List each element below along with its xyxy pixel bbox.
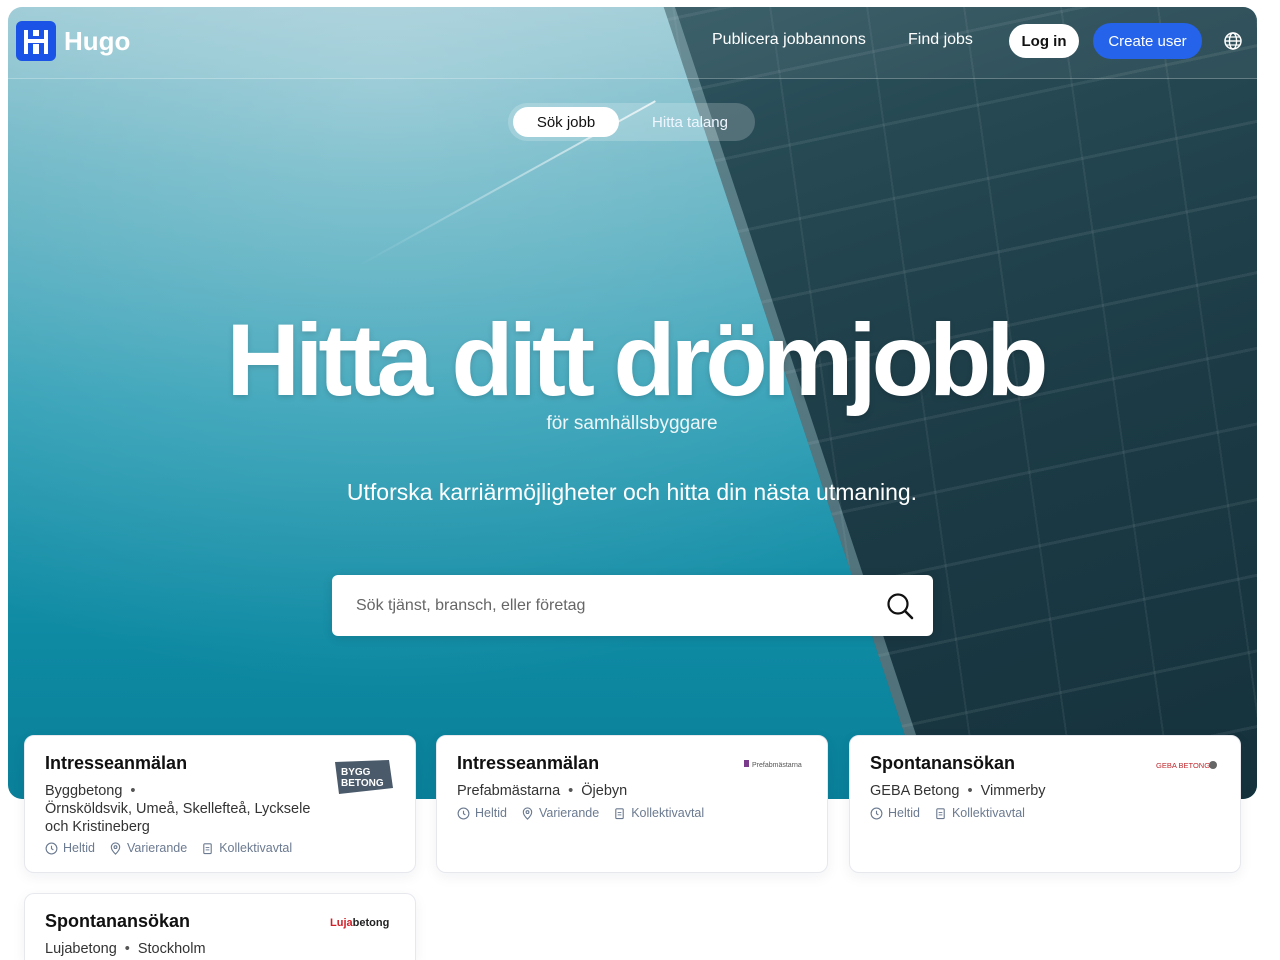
job-card[interactable]: Intresseanmälan Prefabmästarna • Öjebyn Pr…: [436, 735, 828, 873]
company-logo-prefabmastarna: Prefabmästarna: [744, 760, 802, 769]
tab-hitta-talang[interactable]: Hitta talang: [632, 107, 748, 137]
tab-sok-jobb[interactable]: Sök jobb: [513, 107, 619, 137]
company-name: Byggbetong: [45, 783, 123, 799]
svg-text:Lujabetong: Lujabetong: [330, 917, 389, 929]
job-card[interactable]: Spontanansökan Lujabetong • Stockholm Luja…: [24, 893, 416, 960]
job-card[interactable]: Intresseanmälan Byggbetong • Örnsköldsvik…: [24, 735, 416, 873]
hero-tagline: Utforska karriärmöjligheter och hitta di…: [346, 479, 918, 505]
tag-agreement: Kollektivavtal: [613, 806, 704, 820]
pin-icon: [110, 841, 121, 855]
search-input[interactable]: [356, 575, 876, 636]
company-name: Prefabmästarna: [457, 783, 561, 799]
job-location: Vimmerby: [980, 783, 1046, 799]
page-subtitle: för samhällsbyggare: [546, 413, 718, 434]
clock-icon: [870, 807, 883, 819]
logo-text-2: betong: [353, 917, 390, 929]
brand-name: Hugo: [64, 25, 131, 56]
logo-text: GEBA BETONG: [1156, 761, 1210, 770]
clock-icon: [457, 807, 470, 819]
job-card[interactable]: Spontanansökan GEBA Betong • Vimmerby GEBA…: [849, 735, 1241, 873]
tag-label: Kollektivavtal: [219, 841, 293, 855]
search-mode-toggle: Sök jobb Hitta talang: [508, 103, 755, 141]
logo-text: Prefabmästarna: [752, 762, 802, 769]
tag-location: Varierande: [109, 841, 187, 855]
company-name: Lujabetong: [45, 941, 117, 957]
job-meta: Prefabmästarna • Öjebyn: [457, 782, 737, 800]
logo-text-1: BYGG: [341, 767, 371, 778]
page-title: Hitta ditt drömjobb: [226, 303, 1048, 417]
login-button[interactable]: Log in: [1009, 24, 1079, 58]
nav-link-find-jobs[interactable]: Find jobs: [908, 31, 973, 49]
separator-dot: •: [124, 941, 130, 957]
separator-dot: •: [568, 783, 574, 799]
create-user-button[interactable]: Create user: [1093, 23, 1202, 59]
top-navigation: Hugo Publicera jobbannons Find jobs Log …: [16, 20, 1250, 61]
clock-icon: [45, 842, 58, 854]
company-logo-byggbetong: BYGG BETONG: [335, 760, 393, 794]
job-title: Intresseanmälan: [457, 753, 600, 773]
logo-mark-icon: [16, 21, 56, 61]
logo-text-1: Luja: [330, 917, 353, 929]
tag-label: Kollektivavtal: [951, 806, 1025, 820]
company-logo-geba-betong: GEBA BETONG: [1156, 761, 1217, 770]
tag-label: Kollektivavtal: [631, 806, 705, 820]
job-meta: Byggbetong • Örnsköldsvik, Umeå, Skelleft…: [45, 782, 325, 836]
job-tags: Heltid Varierande Kollektivavtal: [457, 806, 704, 820]
document-icon: [936, 807, 945, 819]
logo-glyph-icon: [24, 30, 48, 54]
separator-dot: •: [967, 783, 973, 799]
job-location: Öjebyn: [581, 783, 628, 799]
tag-label: Heltid: [63, 841, 95, 855]
job-location: Örnsköldsvik, Umeå, Skellefteå, Lycksele…: [45, 801, 311, 835]
company-name: GEBA Betong: [870, 783, 960, 799]
job-meta: Lujabetong • Stockholm: [45, 940, 325, 958]
separator-dot: •: [130, 783, 136, 799]
tag-employment: Heltid: [45, 841, 95, 855]
search-box: [332, 575, 933, 636]
nav-link-publicera-jobbannons[interactable]: Publicera jobbannons: [712, 31, 866, 49]
tag-agreement: Kollektivavtal: [934, 806, 1025, 820]
company-logo-lujabetong: Lujabetong: [330, 917, 389, 929]
job-location: Stockholm: [137, 941, 206, 957]
logo-text-2: BETONG: [341, 778, 384, 789]
job-title: Spontanansökan: [870, 753, 1016, 773]
document-icon: [615, 807, 624, 819]
document-icon: [203, 842, 212, 854]
search-icon[interactable]: [885, 591, 915, 621]
brand-logo[interactable]: Hugo: [16, 21, 130, 61]
job-title: Spontanansökan: [45, 911, 191, 931]
job-tags: Heltid Varierande Kollektivavtal: [45, 841, 292, 855]
tag-label: Varierande: [126, 841, 188, 855]
job-title: Intresseanmälan: [45, 753, 188, 773]
tag-employment: Heltid: [457, 806, 507, 820]
job-meta: GEBA Betong • Vimmerby: [870, 782, 1150, 800]
job-tags: Heltid Kollektivavtal: [870, 806, 1025, 820]
pin-icon: [522, 806, 533, 820]
globe-icon[interactable]: [1223, 31, 1243, 51]
tag-label: Heltid: [475, 806, 507, 820]
tag-location: Varierande: [521, 806, 599, 820]
tag-label: Varierande: [538, 806, 600, 820]
tag-employment: Heltid: [870, 806, 920, 820]
tag-label: Heltid: [888, 806, 920, 820]
tag-agreement: Kollektivavtal: [201, 841, 292, 855]
